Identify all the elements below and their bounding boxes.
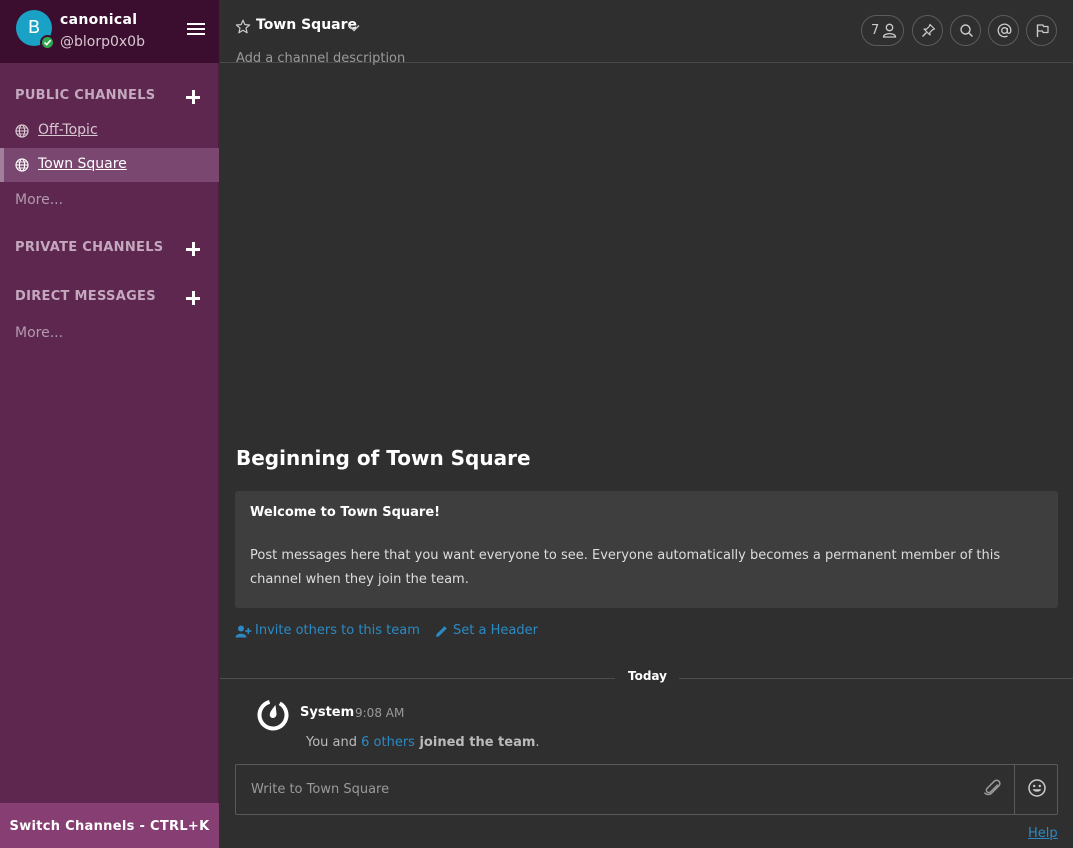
welcome-text: Post messages here that you want everyon… <box>250 548 1001 587</box>
chevron-down-icon[interactable] <box>348 24 360 32</box>
member-list-button[interactable]: 7 <box>861 15 904 46</box>
flagged-posts-button[interactable] <box>1026 15 1057 46</box>
public-channels-more-link[interactable]: More... <box>15 192 63 208</box>
channel-intro-title: Beginning of Town Square <box>236 446 531 470</box>
search-icon <box>960 24 974 38</box>
public-channels-title: PUBLIC CHANNELS <box>15 88 156 103</box>
welcome-box: Welcome to Town Square! Post messages he… <box>235 491 1058 608</box>
channel-description-placeholder[interactable]: Add a channel description <box>236 51 405 66</box>
set-header-link[interactable]: Set a Header <box>435 623 538 638</box>
add-user-icon <box>235 625 252 638</box>
pinned-posts-button[interactable] <box>912 15 943 46</box>
pencil-icon <box>436 626 447 637</box>
sidebar-item-off-topic[interactable]: Off-Topic <box>0 114 219 148</box>
recent-mentions-button[interactable] <box>988 15 1019 46</box>
add-direct-message-button[interactable] <box>185 290 201 306</box>
globe-icon <box>15 158 29 172</box>
direct-messages-title: DIRECT MESSAGES <box>15 289 156 304</box>
sidebar-item-label: Town Square <box>38 156 127 172</box>
post-body-suffix: joined the team <box>414 735 536 750</box>
post-body-prefix: You and <box>306 735 362 750</box>
add-public-channel-button[interactable] <box>185 89 201 105</box>
post-body: You and 6 others joined the team. <box>306 735 540 750</box>
member-icon <box>882 23 897 38</box>
invite-others-link[interactable]: Invite others to this team <box>235 623 420 638</box>
date-separator: Today <box>628 669 667 683</box>
set-header-label: Set a Header <box>453 623 538 638</box>
date-separator-line <box>679 678 1073 679</box>
message-input[interactable] <box>237 766 977 813</box>
direct-messages-more-link[interactable]: More... <box>15 325 63 341</box>
system-avatar-icon <box>257 699 289 731</box>
mention-icon <box>997 23 1012 38</box>
search-button[interactable] <box>950 15 981 46</box>
composer-divider <box>1014 765 1015 814</box>
globe-icon <box>15 124 29 138</box>
hamburger-menu-icon[interactable] <box>187 23 205 37</box>
online-status-icon <box>40 35 55 50</box>
emoji-icon[interactable] <box>1027 778 1047 798</box>
add-private-channel-button[interactable] <box>185 241 201 257</box>
username: @blorp0x0b <box>60 34 145 50</box>
star-icon[interactable] <box>235 19 251 35</box>
message-composer <box>235 764 1058 815</box>
sidebar-item-label: Off-Topic <box>38 122 98 138</box>
pin-icon <box>922 23 936 37</box>
channel-header: Town Square Add a channel description 7 <box>220 0 1073 66</box>
others-link[interactable]: 6 others <box>361 735 415 750</box>
channel-name[interactable]: Town Square <box>256 17 357 33</box>
sidebar-item-town-square[interactable]: Town Square <box>0 148 219 182</box>
switch-channels-button[interactable]: Switch Channels - CTRL+K <box>0 803 219 848</box>
help-link[interactable]: Help <box>1028 826 1058 841</box>
team-name: canonical <box>60 12 138 28</box>
private-channels-title: PRIVATE CHANNELS <box>15 240 164 255</box>
post-author[interactable]: System <box>300 705 354 720</box>
flag-icon <box>1036 24 1049 37</box>
post-time[interactable]: 9:08 AM <box>355 706 404 720</box>
sidebar: B canonical @blorp0x0b PUBLIC CHANNELS O… <box>0 0 219 848</box>
sidebar-header: B canonical @blorp0x0b <box>0 0 219 63</box>
member-count: 7 <box>871 23 880 38</box>
welcome-title: Welcome to Town Square! <box>250 505 441 520</box>
date-separator-line <box>220 678 615 679</box>
attachment-icon[interactable] <box>983 778 1003 798</box>
post-body-end: . <box>535 735 540 750</box>
invite-others-label: Invite others to this team <box>255 623 420 638</box>
